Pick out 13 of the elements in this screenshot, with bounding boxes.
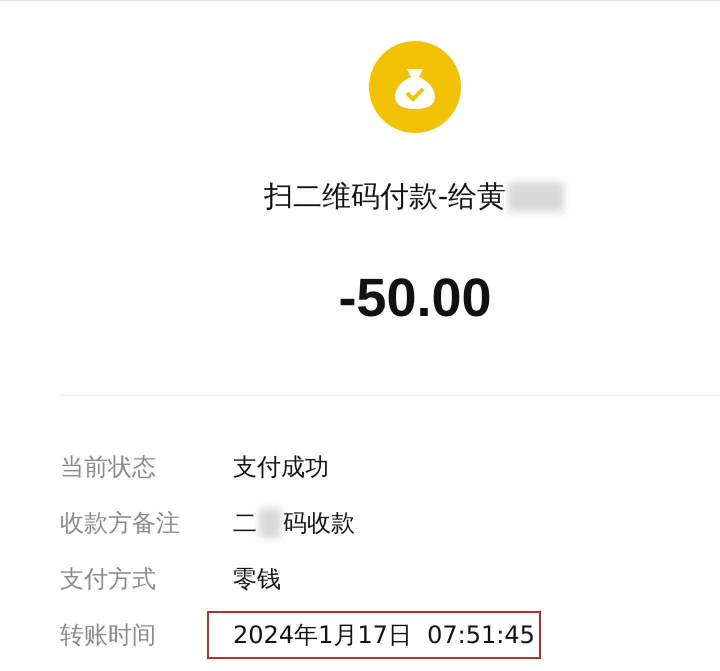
money-bag-icon: [369, 41, 461, 133]
detail-value: 支付成功: [233, 452, 329, 482]
amount: -50.00: [338, 267, 492, 329]
detail-value: 二: [233, 508, 257, 538]
detail-value: 零钱: [233, 564, 281, 594]
detail-label: 支付方式: [60, 564, 157, 594]
detail-label: 转账时间: [60, 620, 157, 650]
detail-label: 收款方备注: [60, 508, 181, 538]
payment-title: 扫二维码付款-给黄: [264, 178, 506, 215]
redaction-blur: [259, 508, 281, 538]
detail-value: 2024年1月17日 07:51:45: [233, 620, 535, 650]
detail-label: 当前状态: [60, 452, 157, 482]
detail-value: 码收款: [283, 508, 355, 538]
